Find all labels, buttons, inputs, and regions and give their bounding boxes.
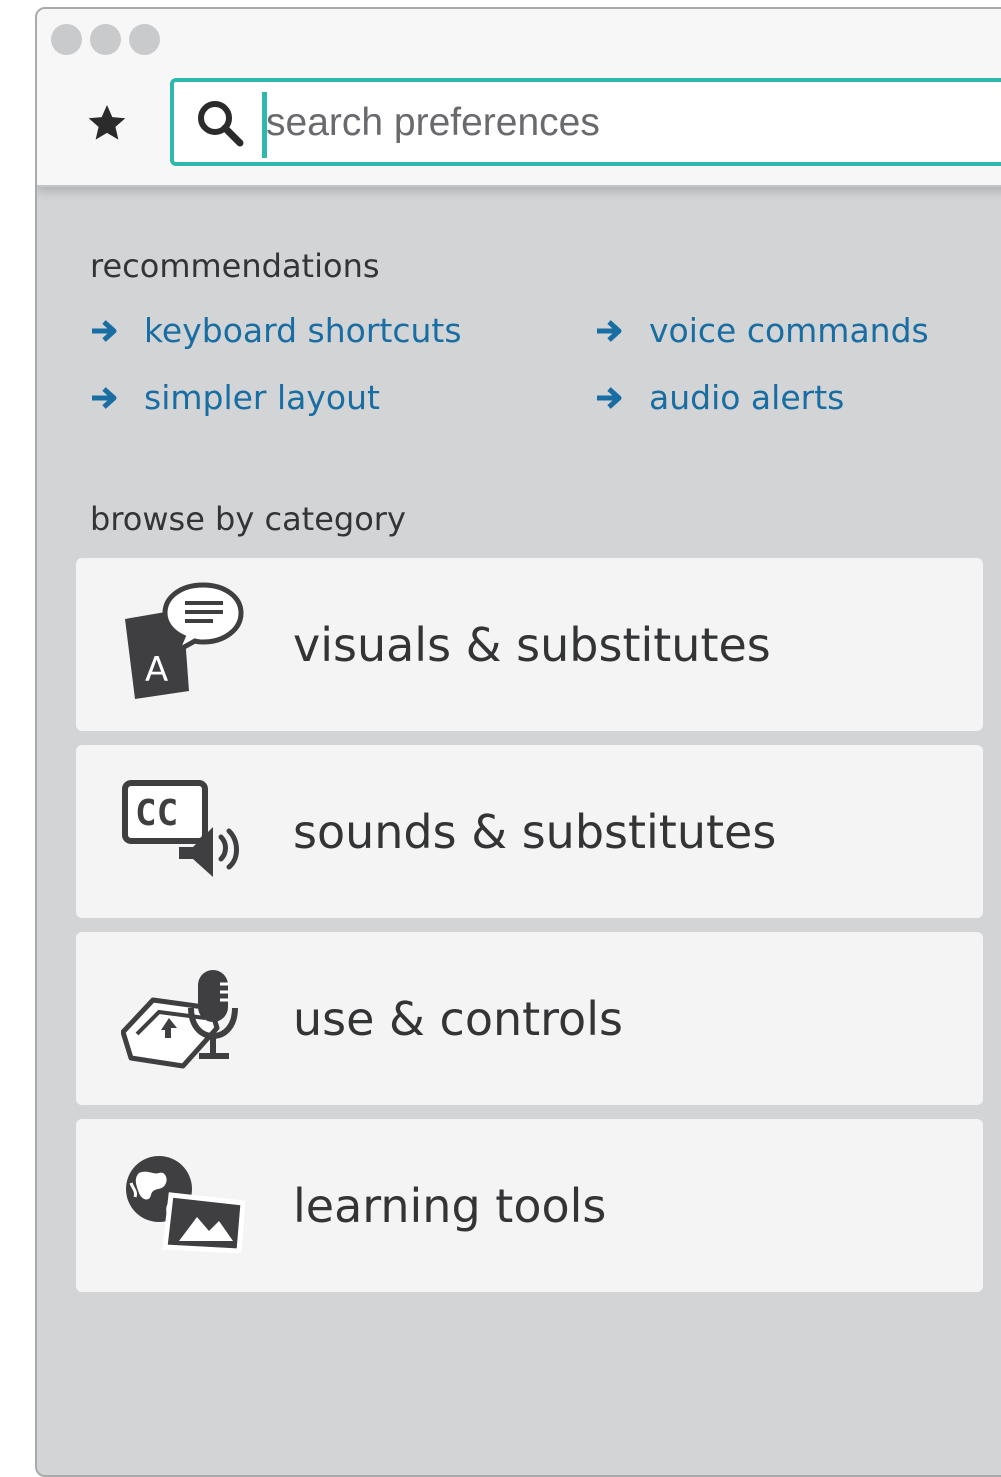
captions-speaker-icon: CC bbox=[122, 780, 239, 877]
text-bubble-icon: A bbox=[125, 582, 244, 699]
browse-heading: browse by category bbox=[90, 500, 406, 538]
rec-simpler-layout[interactable]: simpler layout bbox=[90, 378, 380, 417]
search-box[interactable] bbox=[170, 78, 1001, 166]
rec-keyboard-shortcuts[interactable]: keyboard shortcuts bbox=[90, 311, 462, 350]
globe-picture-icon bbox=[126, 1156, 246, 1253]
arrow-right-icon bbox=[92, 319, 117, 342]
arrow-right-icon bbox=[597, 386, 622, 409]
svg-text:CC: CC bbox=[135, 793, 178, 834]
rec-label: voice commands bbox=[649, 311, 929, 350]
rec-label: simpler layout bbox=[144, 378, 380, 417]
rec-label: audio alerts bbox=[649, 378, 845, 417]
rec-label: keyboard shortcuts bbox=[144, 311, 462, 350]
search-input[interactable] bbox=[266, 90, 866, 156]
browser-window: recommendations keyboard shortcuts voice… bbox=[35, 7, 1001, 1477]
category-use-controls[interactable]: use & controls bbox=[76, 932, 983, 1105]
close-dot[interactable] bbox=[51, 24, 82, 55]
category-learning-tools[interactable]: learning tools bbox=[76, 1119, 983, 1292]
category-label: use & controls bbox=[293, 991, 623, 1046]
minimize-dot[interactable] bbox=[90, 24, 121, 55]
keyboard-microphone-icon bbox=[121, 970, 238, 1069]
recommendations-heading: recommendations bbox=[90, 247, 380, 285]
rec-voice-commands[interactable]: voice commands bbox=[595, 311, 929, 350]
category-sounds[interactable]: CC sounds & substitutes bbox=[76, 745, 983, 918]
title-bar bbox=[37, 9, 1001, 187]
arrow-right-icon bbox=[92, 386, 117, 409]
star-icon[interactable] bbox=[85, 101, 129, 145]
window-controls bbox=[51, 24, 160, 55]
category-label: learning tools bbox=[293, 1178, 607, 1233]
arrow-right-icon bbox=[597, 319, 622, 342]
category-label: sounds & substitutes bbox=[293, 804, 777, 859]
svg-text:A: A bbox=[145, 650, 168, 690]
rec-audio-alerts[interactable]: audio alerts bbox=[595, 378, 844, 417]
category-visuals[interactable]: A visuals & substitutes bbox=[76, 558, 983, 731]
category-label: visuals & substitutes bbox=[293, 617, 771, 672]
search-icon[interactable] bbox=[194, 97, 246, 149]
maximize-dot[interactable] bbox=[129, 24, 160, 55]
